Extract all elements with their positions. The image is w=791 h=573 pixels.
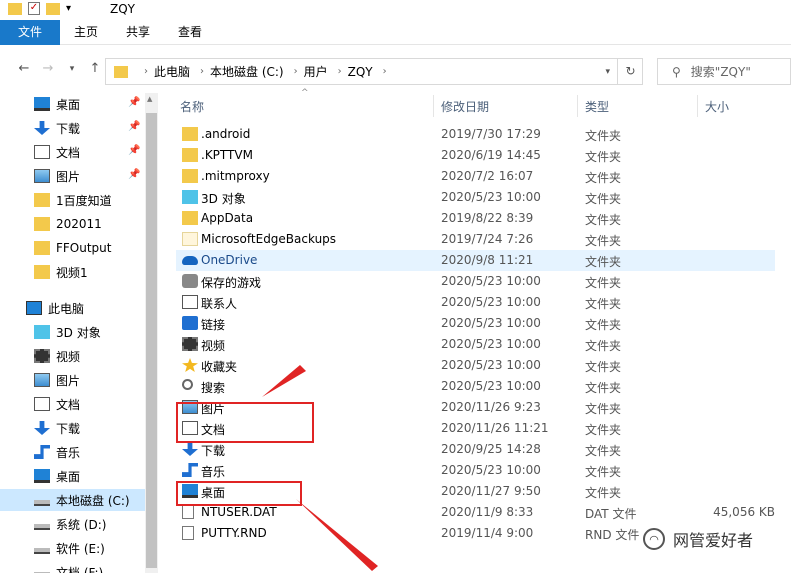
wechat-logo-icon: ◠: [643, 528, 665, 550]
watermark-text: 网管爱好者: [673, 531, 754, 550]
annotation-arrow-upper: [262, 365, 306, 397]
annotation-arrow-lower: [296, 499, 378, 571]
watermark: ◠ 网管爱好者: [643, 527, 753, 551]
annotation-arrows: [262, 365, 378, 571]
